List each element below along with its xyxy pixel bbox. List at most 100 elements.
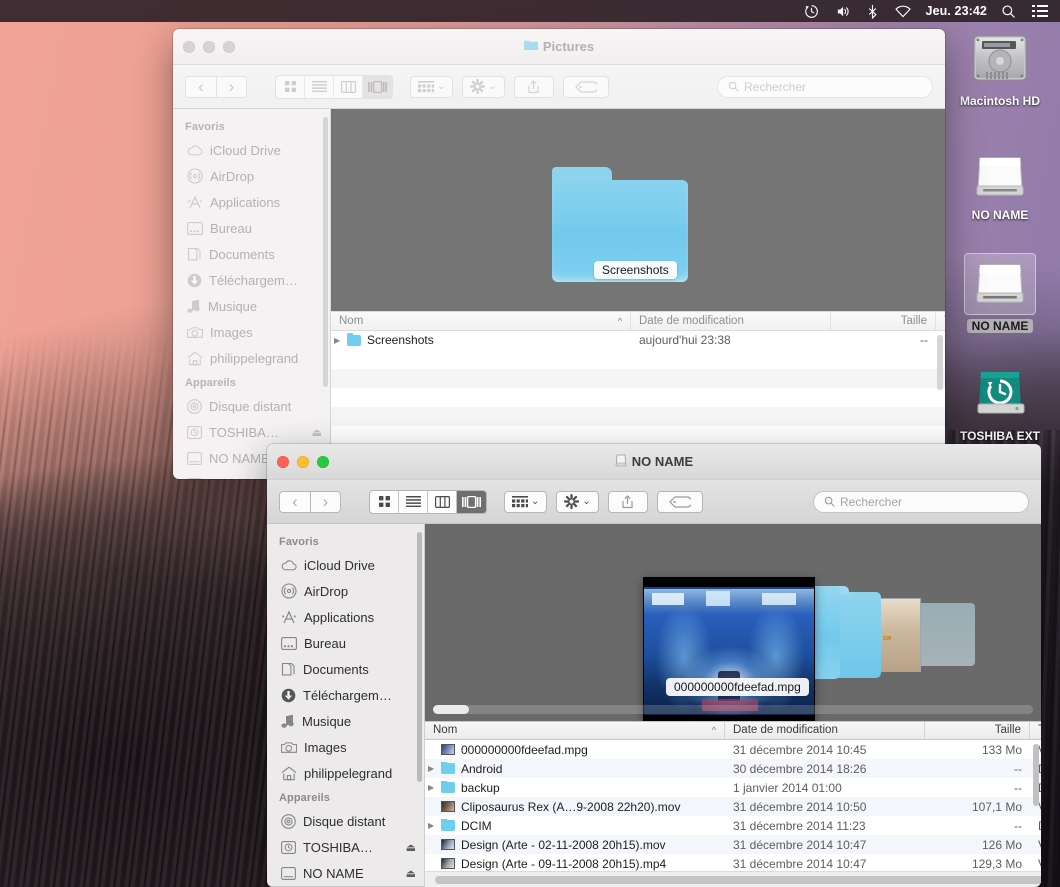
- sidebar-item-icloud-drive[interactable]: iCloud Drive: [173, 137, 330, 163]
- horizontal-scrollbar-thumb[interactable]: [435, 875, 1041, 884]
- table-row[interactable]: ▶Android30 décembre 2014 18:26--D: [425, 759, 1041, 779]
- table-row[interactable]: ▶ Screenshots aujourd'hui 23:38 -- Dos: [331, 331, 945, 350]
- column-header-date[interactable]: Date de modification: [631, 312, 831, 330]
- sidebar[interactable]: Favoris iCloud Drive AirDrop Application…: [267, 524, 425, 887]
- sidebar-item-bureau[interactable]: Bureau: [267, 630, 424, 656]
- back-button[interactable]: ‹: [185, 75, 216, 98]
- minimize-button[interactable]: [203, 41, 215, 53]
- list-header[interactable]: Nom ^ Date de modification Taille Ty: [425, 720, 1041, 741]
- sidebar-scrollbar[interactable]: [323, 117, 328, 387]
- arrange-button[interactable]: ⌄: [504, 490, 548, 513]
- disclosure-triangle-icon[interactable]: ▶: [428, 783, 439, 792]
- titlebar[interactable]: Pictures: [173, 29, 945, 65]
- desktop-icon-toshiba-ext[interactable]: TOSHIBA EXT: [952, 363, 1048, 443]
- column-header-size[interactable]: Taille: [925, 721, 1030, 740]
- minimize-button[interactable]: [297, 456, 309, 468]
- arrange-button[interactable]: ⌄: [410, 75, 454, 98]
- nav-buttons[interactable]: ‹ ›: [279, 490, 341, 513]
- sidebar-item-documents[interactable]: Documents: [173, 241, 330, 267]
- notification-center-icon[interactable]: [1024, 0, 1060, 22]
- titlebar[interactable]: NO NAME: [267, 444, 1041, 480]
- volume-icon[interactable]: [827, 0, 859, 22]
- sidebar-item-philippelegrand[interactable]: philippelegrand: [267, 760, 424, 786]
- coverflow-slider-thumb[interactable]: [433, 704, 469, 714]
- tag-button[interactable]: [562, 75, 609, 98]
- table-row[interactable]: ▶ DCIM 31 décembre 2014 11:23 -- D: [425, 816, 1041, 835]
- sidebar-item-no-name-1[interactable]: NO NAME ⏏: [267, 860, 424, 886]
- nav-buttons[interactable]: ‹ ›: [185, 75, 247, 98]
- spotlight-icon[interactable]: [993, 0, 1024, 22]
- forward-button[interactable]: ›: [310, 490, 341, 513]
- column-header-name[interactable]: Nom ^: [425, 721, 725, 740]
- sidebar-item-musique[interactable]: Musique: [173, 293, 330, 319]
- list-view-button[interactable]: [399, 490, 428, 513]
- sidebar-item-airdrop[interactable]: AirDrop: [173, 163, 330, 189]
- coverflow-pane[interactable]: Screenshots: [331, 109, 945, 312]
- column-header-type[interactable]: Type: [936, 312, 945, 330]
- column-header-date[interactable]: Date de modification: [725, 721, 925, 740]
- sidebar-item-images[interactable]: Images: [267, 734, 424, 760]
- sidebar-item-bureau[interactable]: Bureau: [173, 215, 330, 241]
- sidebar-item-applications[interactable]: Applications: [267, 604, 424, 630]
- eject-icon[interactable]: ⏏: [406, 841, 416, 854]
- menubar-clock[interactable]: Jeu. 23:42: [920, 0, 993, 22]
- tag-button[interactable]: [656, 490, 703, 513]
- sidebar-item-applications[interactable]: Applications: [173, 189, 330, 215]
- list-scrollbar[interactable]: [1033, 744, 1039, 807]
- sidebar-item-toshiba[interactable]: TOSHIBA… ⏏: [267, 834, 424, 860]
- column-header-type[interactable]: Ty: [1030, 722, 1041, 740]
- desktop-icon-macintosh-hd[interactable]: Macintosh HD: [952, 28, 1048, 108]
- desktop-icon-no-name-2[interactable]: NO NAME: [952, 253, 1048, 333]
- table-row[interactable]: 000000000fdeefad.mpg 31 décembre 2014 10:…: [425, 740, 1041, 759]
- disclosure-triangle-icon[interactable]: ▶: [428, 821, 439, 830]
- coverflow-selected-thumbnail[interactable]: 000000000fdeefad.mpg: [643, 577, 815, 721]
- action-gear-button[interactable]: ⌄: [556, 490, 599, 513]
- zoom-button[interactable]: [223, 41, 235, 53]
- search-input[interactable]: Rechercher: [717, 75, 933, 98]
- disclosure-triangle-icon[interactable]: ▶: [428, 764, 439, 773]
- view-mode-segments[interactable]: [369, 489, 487, 514]
- sidebar-item-disque-distant[interactable]: Disque distant: [173, 393, 330, 419]
- bluetooth-icon[interactable]: [859, 0, 886, 22]
- toolbar[interactable]: ‹ › ⌄ ⌄ Rechercher: [173, 65, 945, 109]
- close-button[interactable]: [183, 41, 195, 53]
- finder-window-pictures[interactable]: Pictures ‹ › ⌄ ⌄ Rechercher Favoris iClo…: [173, 29, 945, 479]
- toolbar[interactable]: ‹ › ⌄ ⌄ Rechercher: [267, 480, 1041, 524]
- share-button[interactable]: [607, 490, 648, 513]
- table-row[interactable]: Cliposaurus Rex (A…9-2008 22h20).mov 31 d…: [425, 797, 1041, 817]
- finder-window-no-name[interactable]: NO NAME ‹ › ⌄ ⌄ Rechercher Favoris iClou…: [267, 444, 1041, 887]
- list-view-button[interactable]: [305, 75, 334, 98]
- table-row[interactable]: ▶backup1 janvier 2014 01:00--D: [425, 778, 1041, 797]
- window-controls[interactable]: [277, 444, 329, 480]
- icon-view-button[interactable]: [370, 490, 399, 513]
- zoom-button[interactable]: [317, 456, 329, 468]
- coverflow-view-button[interactable]: [457, 490, 486, 513]
- sidebar-item-images[interactable]: Images: [173, 319, 330, 345]
- column-view-button[interactable]: [428, 490, 457, 513]
- disclosure-triangle-icon[interactable]: ▶: [334, 336, 345, 345]
- sidebar[interactable]: Favoris iCloud Drive AirDrop Application…: [173, 109, 331, 479]
- eject-icon[interactable]: ⏏: [406, 867, 416, 880]
- close-button[interactable]: [277, 456, 289, 468]
- sidebar-item-toshiba[interactable]: TOSHIBA… ⏏: [173, 419, 330, 445]
- time-machine-icon[interactable]: [796, 0, 827, 22]
- sidebar-item-philippelegrand[interactable]: philippelegrand: [173, 345, 330, 371]
- file-list[interactable]: 000000000fdeefad.mpg 31 décembre 2014 10:…: [425, 740, 1041, 871]
- sidebar-item-disque-distant[interactable]: Disque distant: [267, 808, 424, 834]
- desktop-icon-no-name-1[interactable]: NO NAME: [952, 142, 1048, 222]
- list-header[interactable]: Nom ^ Date de modification Taille Type: [331, 311, 945, 331]
- coverflow-slider[interactable]: [433, 704, 1033, 714]
- column-header-size[interactable]: Taille: [831, 312, 936, 330]
- sidebar-item-documents[interactable]: Documents: [267, 656, 424, 682]
- table-row[interactable]: Design (Arte - 02-11-2008 20h15).mov 31 d…: [425, 835, 1041, 855]
- icon-view-button[interactable]: [276, 75, 305, 98]
- sidebar-item-musique[interactable]: Musique: [267, 708, 424, 734]
- sidebar-scrollbar[interactable]: [417, 532, 422, 782]
- column-view-button[interactable]: [334, 75, 363, 98]
- sidebar-item-telechargements[interactable]: Téléchargem…: [173, 267, 330, 293]
- share-button[interactable]: [513, 75, 554, 98]
- eject-icon[interactable]: ⏏: [312, 426, 322, 439]
- horizontal-scrollbar[interactable]: [425, 870, 1041, 887]
- view-mode-segments[interactable]: [275, 74, 393, 99]
- list-scrollbar[interactable]: [937, 334, 943, 390]
